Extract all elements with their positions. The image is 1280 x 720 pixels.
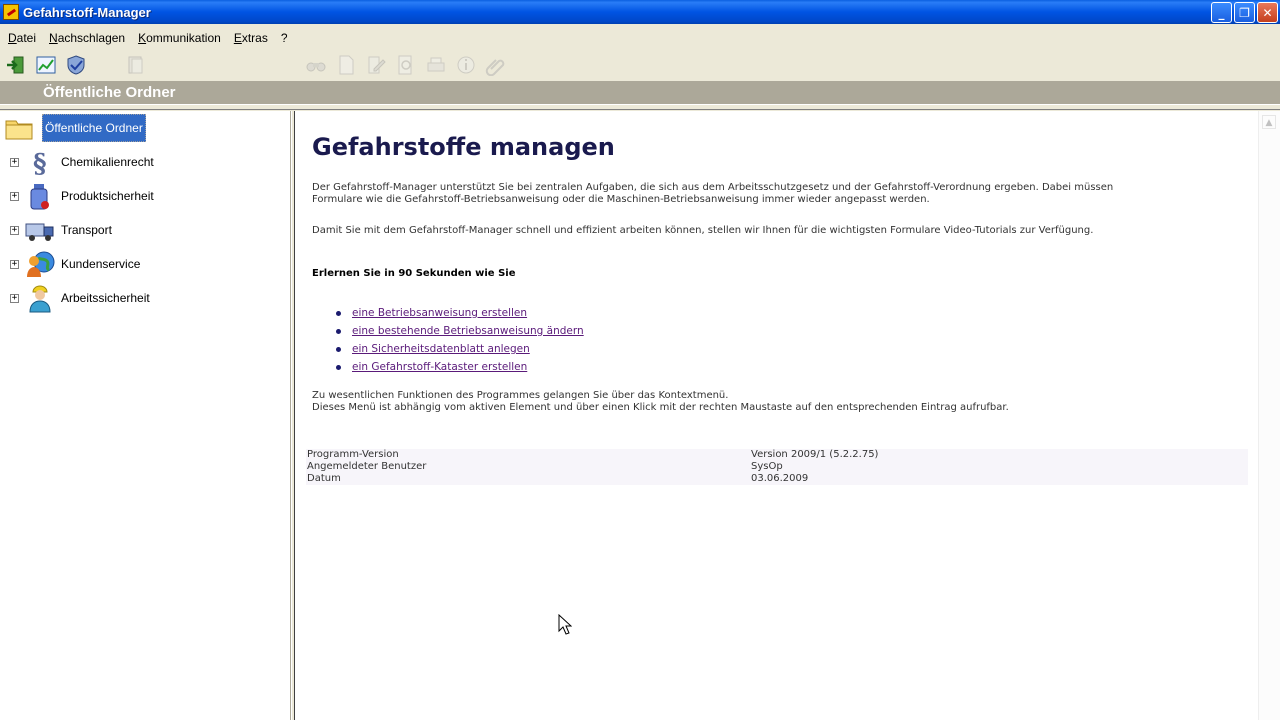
truck-icon (25, 223, 54, 241)
learn-heading: Erlernen Sie in 90 Sekunden wie Sie (312, 268, 516, 279)
list-item: eine bestehende Betriebsanweisung ändern (336, 322, 584, 340)
tree-node-label: Chemikalienrecht (61, 155, 154, 169)
shield-check-icon[interactable] (65, 54, 87, 76)
list-item: ein Sicherheitsdatenblatt anlegen (336, 340, 584, 358)
window-controls: _ ❐ ✕ (1211, 2, 1278, 23)
folder-header: Öffentliche Ordner (0, 81, 1280, 105)
exit-icon[interactable] (5, 54, 27, 76)
document-stack-icon (124, 54, 146, 76)
tree-root-label[interactable]: Öffentliche Ordner (42, 114, 146, 142)
binoculars-icon (305, 54, 327, 76)
table-row: Datum 03.06.2009 (306, 473, 1248, 485)
separator (0, 105, 1280, 110)
attachment-icon (485, 54, 507, 76)
info-table: Programm-Version Version 2009/1 (5.2.2.7… (306, 449, 1248, 485)
worker-icon (29, 285, 51, 313)
print-icon (425, 54, 447, 76)
edit-document-icon (365, 54, 387, 76)
info-value: 03.06.2009 (751, 473, 809, 484)
expand-toggle[interactable]: + (10, 191, 19, 201)
menu-datei[interactable]: Datei (3, 31, 41, 45)
menu-nachschlagen[interactable]: Nachschlagen (44, 31, 130, 45)
info-value: Version 2009/1 (5.2.2.75) (751, 449, 879, 460)
menu-kommunikation[interactable]: Kommunikation (133, 31, 226, 45)
page-title: Gefahrstoffe managen (312, 133, 615, 161)
info-key: Datum (307, 473, 341, 484)
person-globe-icon (27, 251, 55, 277)
tree-node-chemikalienrecht[interactable]: + § Chemikalienrecht (10, 147, 154, 177)
scroll-up-button[interactable]: ▲ (1262, 115, 1276, 129)
minimize-button[interactable]: _ (1211, 2, 1232, 23)
tree-node-produktsicherheit[interactable]: + Produktsicherheit (10, 181, 154, 211)
info-key: Angemeldeter Benutzer (307, 461, 427, 472)
new-document-icon (335, 54, 357, 76)
menu-help[interactable]: ? (276, 31, 293, 45)
svg-text:§: § (33, 149, 47, 177)
table-row: Programm-Version Version 2009/1 (5.2.2.7… (306, 449, 1248, 461)
tutorial-paragraph: Damit Sie mit dem Gefahrstoff-Manager sc… (312, 225, 1094, 236)
tree-node-label: Arbeitssicherheit (61, 291, 150, 305)
context-menu-paragraph-2: Dieses Menü ist abhängig vom aktiven Ele… (312, 402, 1009, 413)
chart-icon[interactable] (35, 54, 57, 76)
vertical-scrollbar[interactable]: ▲ (1258, 111, 1280, 720)
folder-icon (5, 120, 33, 140)
info-icon (455, 54, 477, 76)
mouse-cursor-icon (558, 614, 572, 635)
app-icon (3, 4, 19, 20)
expand-toggle[interactable]: + (10, 225, 19, 235)
expand-toggle[interactable]: + (10, 157, 19, 167)
link-betriebsanweisung-erstellen[interactable]: eine Betriebsanweisung erstellen (352, 307, 527, 319)
content-pane: Gefahrstoffe managen Der Gefahrstoff-Man… (295, 111, 1280, 720)
maximize-button[interactable]: ❐ (1234, 2, 1255, 23)
menu-extras[interactable]: Extras (229, 31, 273, 45)
link-sicherheitsdatenblatt-anlegen[interactable]: ein Sicherheitsdatenblatt anlegen (352, 343, 530, 355)
toolbar (0, 50, 1280, 80)
tree-root[interactable]: Öffentliche Ordner (4, 113, 146, 143)
link-betriebsanweisung-aendern[interactable]: eine bestehende Betriebsanweisung ändern (352, 325, 584, 337)
folder-tree[interactable]: Öffentliche Ordner + § Chemikalienrecht … (0, 111, 291, 720)
tree-node-transport[interactable]: + Transport (10, 215, 112, 245)
context-menu-paragraph: Zu wesentlichen Funktionen des Programme… (312, 390, 729, 401)
tree-node-arbeitssicherheit[interactable]: + Arbeitssicherheit (10, 283, 150, 313)
title-bar[interactable]: Gefahrstoff-Manager _ ❐ ✕ (0, 0, 1280, 24)
link-kataster-erstellen[interactable]: ein Gefahrstoff-Kataster erstellen (352, 361, 527, 373)
intro-paragraph: Der Gefahrstoff-Manager unterstützt Sie … (312, 182, 1114, 205)
table-row: Angemeldeter Benutzer SysOp (306, 461, 1248, 473)
close-button[interactable]: ✕ (1257, 2, 1278, 23)
paragraph-icon: § (33, 149, 47, 177)
list-item: eine Betriebsanweisung erstellen (336, 304, 584, 322)
list-item: ein Gefahrstoff-Kataster erstellen (336, 358, 584, 376)
expand-toggle[interactable]: + (10, 259, 19, 269)
tree-node-label: Produktsicherheit (61, 189, 154, 203)
tree-node-kundenservice[interactable]: + Kundenservice (10, 249, 140, 279)
info-key: Programm-Version (307, 449, 399, 460)
tree-node-label: Transport (61, 223, 112, 237)
window-title: Gefahrstoff-Manager (23, 4, 151, 20)
expand-toggle[interactable]: + (10, 293, 19, 303)
info-value: SysOp (751, 461, 783, 472)
tutorial-links: eine Betriebsanweisung erstellen eine be… (336, 304, 584, 376)
menu-bar: Datei Nachschlagen Kommunikation Extras … (0, 28, 1280, 48)
bottle-icon (30, 184, 49, 210)
tree-node-label: Kundenservice (61, 257, 141, 271)
preview-icon (395, 54, 417, 76)
